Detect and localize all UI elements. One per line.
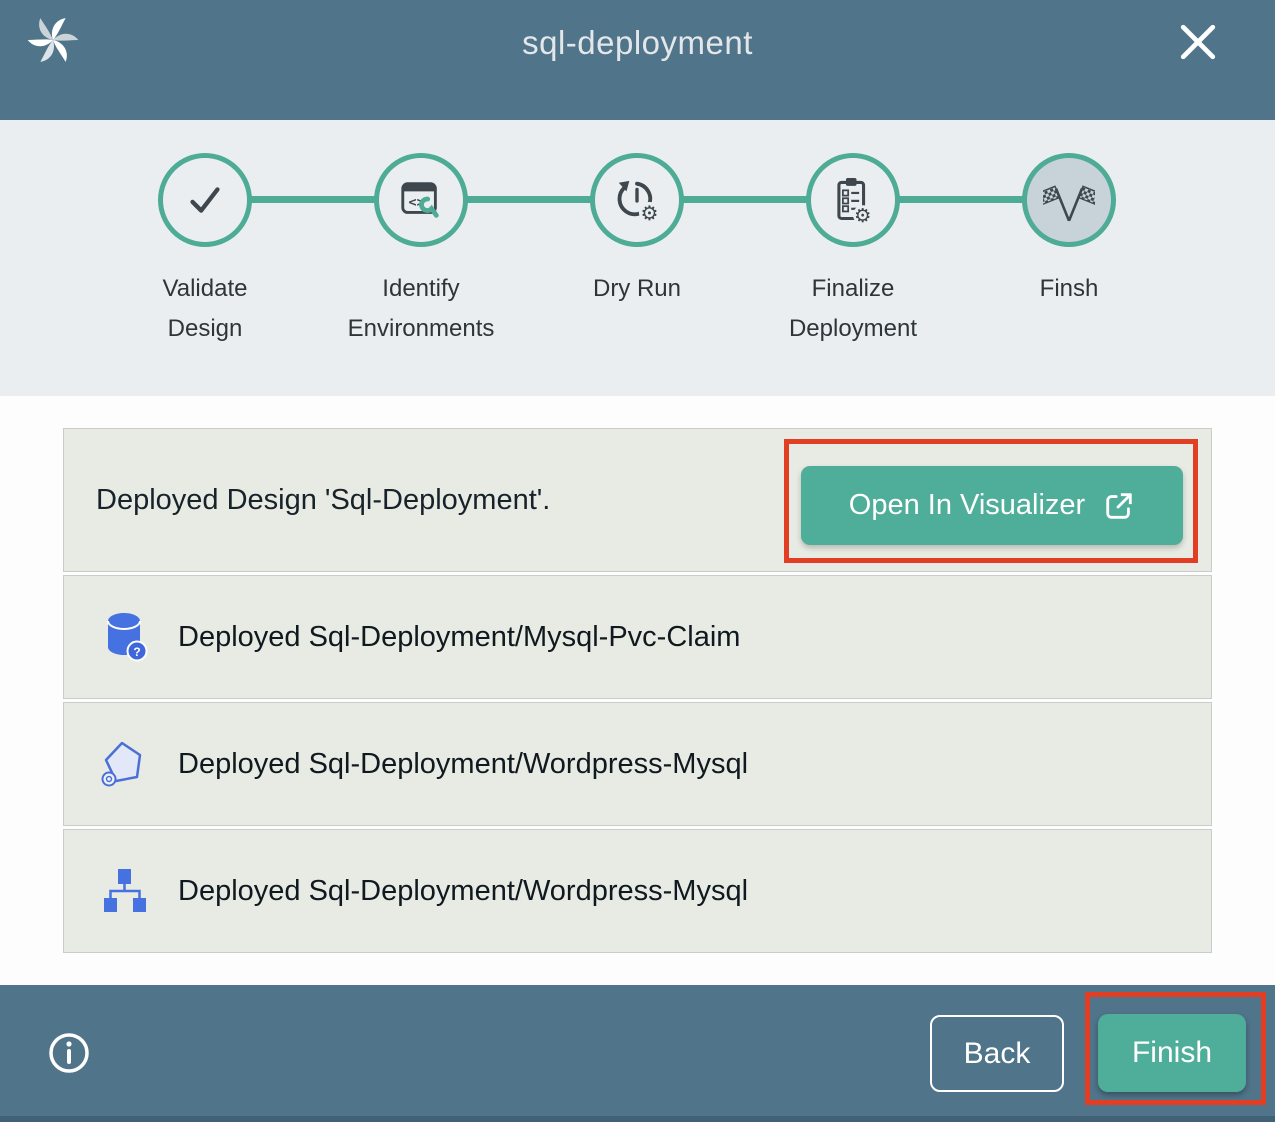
svg-text:⚙: ⚙: [854, 204, 871, 224]
summary-text: Deployed Design 'Sql-Deployment'.: [96, 484, 550, 517]
deployed-item-text: Deployed Sql-Deployment/Wordpress-Mysql: [178, 875, 748, 908]
deployment-wizard-modal: sql-deployment Validate Design: [0, 0, 1275, 1122]
step-dry-run: ⚙ Dry Run: [529, 120, 745, 349]
deployed-item-text: Deployed Sql-Deployment/Wordpress-Mysql: [178, 748, 748, 781]
summary-row: Deployed Design 'Sql-Deployment'. Open I…: [63, 428, 1212, 572]
deployment-results: Deployed Design 'Sql-Deployment'. Open I…: [0, 396, 1275, 985]
step-validate-design: Validate Design: [97, 120, 313, 349]
deployed-item-text: Deployed Sql-Deployment/Mysql-Pvc-Claim: [178, 621, 740, 654]
step-label: Dry Run: [562, 269, 712, 309]
finish-button[interactable]: Finish: [1098, 1014, 1246, 1092]
close-icon[interactable]: [1177, 22, 1219, 64]
step-label: Validate Design: [130, 269, 280, 349]
open-in-visualizer-label: Open In Visualizer: [849, 489, 1085, 522]
step-finish: Finsh: [961, 120, 1177, 349]
modal-header: sql-deployment: [0, 0, 1275, 120]
step-identify-environments: <> Identify Environments: [313, 120, 529, 349]
step-label: Identify Environments: [346, 269, 496, 349]
database-icon: ?: [100, 612, 150, 662]
back-button[interactable]: Back: [930, 1015, 1064, 1092]
hierarchy-icon: [100, 867, 150, 915]
pentagon-icon: [100, 739, 150, 789]
external-link-icon: [1103, 490, 1135, 522]
info-icon[interactable]: [47, 1031, 91, 1075]
clipboard-gear-icon: ⚙: [806, 153, 900, 247]
deployed-item-row: Deployed Sql-Deployment/Wordpress-Mysql: [63, 702, 1212, 826]
dialog-title: sql-deployment: [0, 24, 1275, 62]
svg-text:⚙: ⚙: [640, 201, 658, 223]
deployed-item-row: ? Deployed Sql-Deployment/Mysql-Pvc-Clai…: [63, 575, 1212, 699]
step-label: Finsh: [994, 269, 1144, 309]
check-icon: [158, 153, 252, 247]
deployed-item-row: Deployed Sql-Deployment/Wordpress-Mysql: [63, 829, 1212, 953]
step-finalize-deployment: ⚙ Finalize Deployment: [745, 120, 961, 349]
code-window-wrench-icon: <>: [374, 153, 468, 247]
dry-run-icon: ⚙: [590, 153, 684, 247]
step-label: Finalize Deployment: [778, 269, 928, 349]
modal-footer: Back Finish: [0, 985, 1275, 1122]
open-in-visualizer-button[interactable]: Open In Visualizer: [801, 466, 1183, 545]
wizard-stepper: Validate Design <> Identify Environments: [0, 120, 1275, 396]
finish-flags-icon: [1022, 153, 1116, 247]
svg-text:?: ?: [133, 645, 140, 659]
